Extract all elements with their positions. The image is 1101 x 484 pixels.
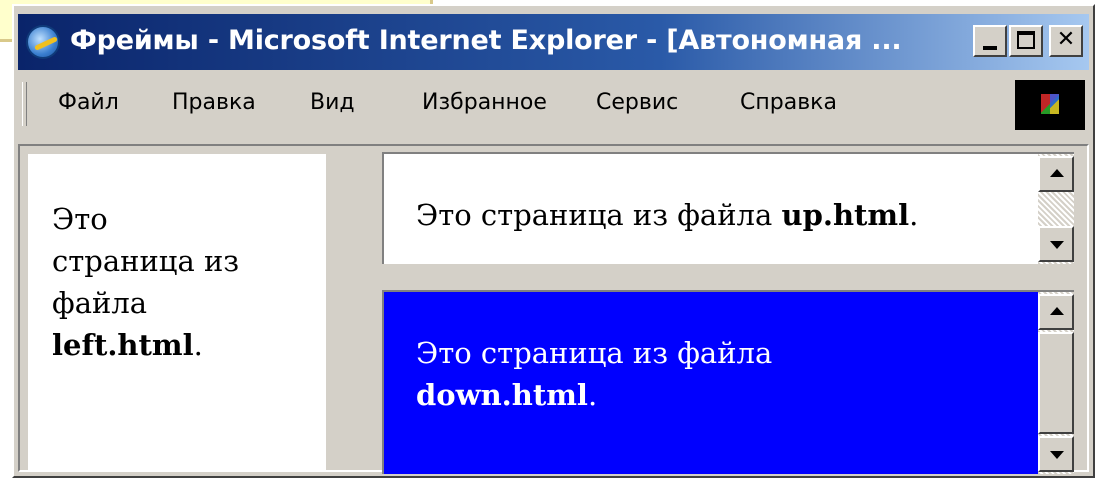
maximize-button[interactable] [1009,25,1043,57]
arrow-up-icon [1050,169,1064,177]
left-frame-line: файла [52,286,148,320]
toolbar-grip[interactable] [22,82,27,126]
down-frame-prefix: Это страница из файла [416,336,773,370]
menu-favorites[interactable]: Избранное [422,90,547,115]
menu-file[interactable]: Файл [58,90,119,115]
down-frame-filename: down.html [416,378,588,412]
windows-logo-icon [1015,80,1085,130]
menu-help[interactable]: Справка [740,90,837,115]
up-frame-suffix: . [909,198,919,232]
minimize-button[interactable] [973,25,1007,57]
up-frame-prefix: Это страница из файла [416,198,782,232]
close-button[interactable]: ✕ [1049,25,1083,57]
frameset-content: Это страница из файла left.html. Это стр… [18,144,1089,474]
up-frame-scrollbar[interactable] [1038,154,1074,264]
frame-left: Это страница из файла left.html. [28,154,326,472]
frame-up: Это страница из файла up.html. [382,152,1074,264]
left-frame-suffix: . [193,328,203,362]
menu-view[interactable]: Вид [310,90,355,115]
up-frame-scroll-down-button[interactable] [1038,226,1074,262]
arrow-up-icon [1050,307,1064,315]
arrow-down-icon [1050,451,1064,459]
left-frame-filename-line: left.html. [52,324,302,366]
arrow-down-icon [1050,241,1064,249]
minimize-icon [983,46,997,50]
down-frame-scroll-thumb[interactable] [1038,332,1074,434]
up-frame-scroll-up-button[interactable] [1038,156,1074,192]
maximize-icon [1017,31,1035,49]
down-frame-scroll-down-button[interactable] [1038,436,1074,472]
left-frame-line: Это [52,202,108,236]
menu-tools[interactable]: Сервис [596,90,678,115]
up-frame-filename: up.html [781,198,910,232]
window-title: Фреймы - Microsoft Internet Explorer - [… [70,25,902,56]
title-bar[interactable]: Фреймы - Microsoft Internet Explorer - [… [18,14,1089,70]
left-frame-filename: left.html [52,328,194,362]
internet-explorer-icon[interactable] [26,25,60,59]
close-icon: ✕ [1056,27,1076,52]
down-frame-scrollbar[interactable] [1038,292,1074,474]
down-frame-text: Это страница из файла down.html. [416,332,976,416]
browser-window: Фреймы - Microsoft Internet Explorer - [… [12,4,1095,478]
menu-edit[interactable]: Правка [172,90,256,115]
menu-bar: Файл Правка Вид Избранное Сервис Справка [18,76,1089,134]
down-frame-scroll-up-button[interactable] [1038,294,1074,330]
left-frame-line: страница из [52,244,240,278]
frame-down: Это страница из файла down.html. [382,290,1074,474]
up-frame-text: Это страница из файла up.html. [416,194,918,236]
down-frame-suffix: . [587,378,598,412]
